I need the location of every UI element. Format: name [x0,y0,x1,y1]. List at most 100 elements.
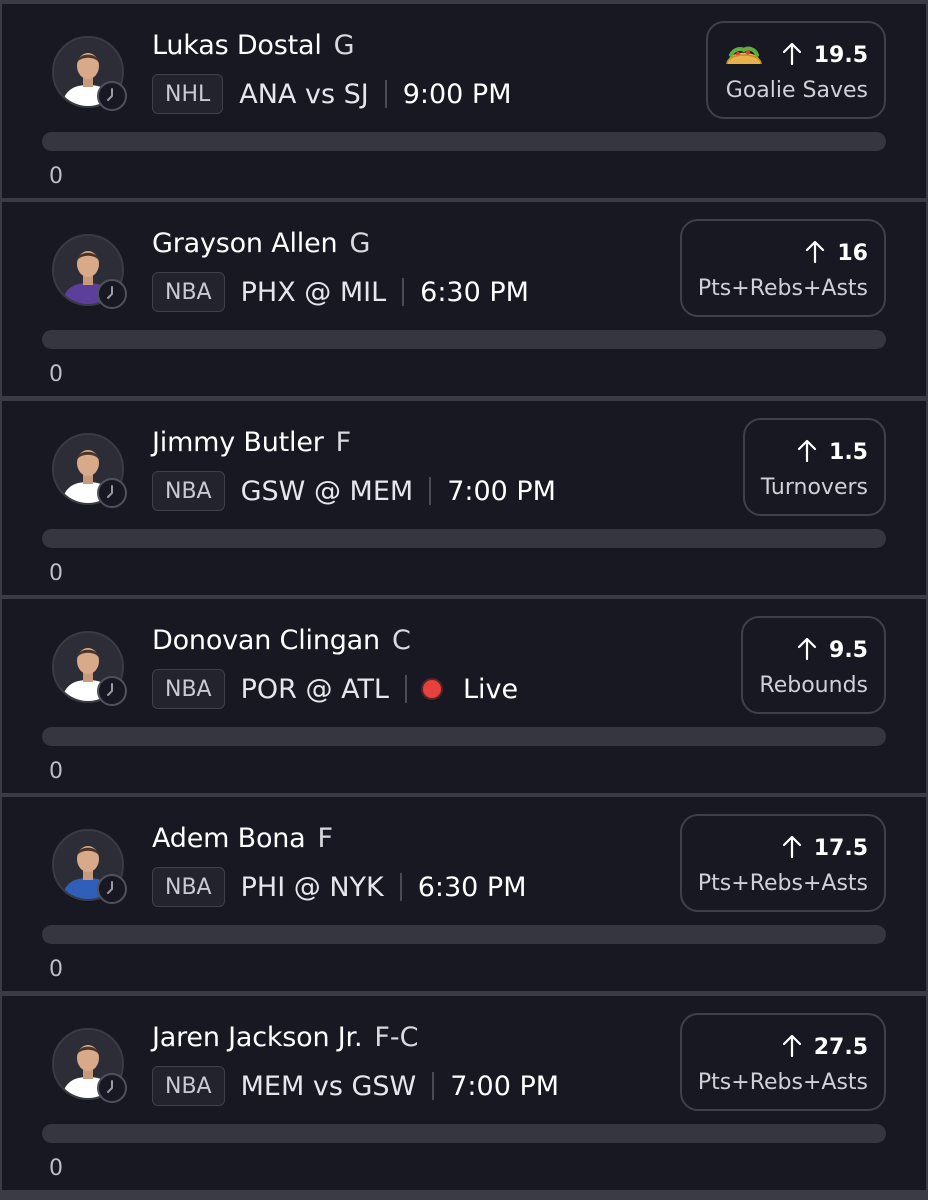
game-info: NHL ANA vs SJ 9:00 PM [152,72,512,116]
player-name: Donovan Clingan [152,625,380,656]
game-time: 7:00 PM [450,1070,560,1102]
projection-stat: Pts+Rebs+Asts [697,870,868,896]
progress-value: 0 [49,362,63,387]
player-position: F-C [374,1022,419,1053]
pick-card[interactable]: Adem Bona F NBA PHI @ NYK 6:30 PM 17.5 Pts+Reb… [2,797,926,991]
projection-button[interactable]: 1.5 Turnovers [742,418,886,516]
divider [429,477,432,505]
progress-bar [42,330,886,349]
projection-stat: Pts+Rebs+Asts [697,275,868,301]
game-info: NBA MEM vs GSW 7:00 PM [152,1064,559,1108]
player-name-row: Lukas Dostal G [152,28,355,64]
projection-line: 19.5 [724,38,868,74]
projection-value: 27.5 [813,1035,868,1060]
clock-icon [97,81,127,111]
matchup: PHX @ MIL [240,276,387,308]
taco-icon [724,41,764,71]
pick-list: Lukas Dostal G NHL ANA vs SJ 9:00 PM 19.5 Goal… [0,0,928,1200]
player-name: Adem Bona [152,823,306,854]
arrow-up-icon [805,240,825,268]
pick-card[interactable]: Grayson Allen G NBA PHX @ MIL 6:30 PM 16 Pts+R… [2,202,926,396]
player-name-row: Donovan Clingan C [152,623,411,659]
player-position: C [391,625,411,656]
progress-bar [42,132,886,151]
projection-line: 27.5 [782,1030,868,1066]
pick-card[interactable]: Jaren Jackson Jr. F-C NBA MEM vs GSW 7:00 PM… [2,996,926,1190]
player-position: F [335,427,352,458]
player-name-row: Jimmy Butler F [152,425,351,461]
game-time: 6:30 PM [417,871,527,903]
clock-icon [97,874,127,904]
progress-value: 0 [49,759,63,784]
projection-stat: Pts+Rebs+Asts [697,1069,868,1095]
projection-stat: Turnovers [760,474,868,500]
divider [384,80,387,108]
player-name-row: Jaren Jackson Jr. F-C [152,1020,419,1056]
projection-value: 1.5 [829,440,868,465]
matchup: ANA vs SJ [239,78,369,110]
arrow-up-icon [782,42,802,70]
game-time: 7:00 PM [447,475,556,507]
divider [432,1072,435,1100]
progress-bar [42,925,886,944]
projection-line: 1.5 [797,435,868,471]
game-info: NBA GSW @ MEM 7:00 PM [152,469,556,513]
arrow-up-icon [782,835,802,863]
projection-button[interactable]: 19.5 Goalie Saves [705,21,886,119]
progress-value: 0 [49,957,63,982]
projection-line: 17.5 [782,831,868,867]
clock-icon [97,279,127,309]
progress-value: 0 [49,561,63,586]
league-badge: NBA [152,1066,225,1106]
player-position: G [349,228,371,259]
pick-card[interactable]: Jimmy Butler F NBA GSW @ MEM 7:00 PM 1.5 Turno… [2,401,926,595]
matchup: MEM vs GSW [240,1070,417,1102]
divider [404,675,407,703]
league-badge: NBA [152,272,225,312]
progress-bar [42,727,886,746]
game-info: NBA POR @ ATL Live [152,667,518,711]
progress-value: 0 [49,1156,63,1181]
projection-line: 9.5 [797,633,868,669]
projection-button[interactable]: 27.5 Pts+Rebs+Asts [679,1013,886,1111]
game-info: NBA PHI @ NYK 6:30 PM [152,865,527,909]
projection-button[interactable]: 17.5 Pts+Rebs+Asts [679,814,886,912]
progress-bar [42,1124,886,1143]
player-name: Grayson Allen [152,228,338,259]
league-badge: NBA [152,669,225,709]
player-name-row: Grayson Allen G [152,226,370,262]
game-time: 6:30 PM [420,276,529,308]
matchup: POR @ ATL [240,673,389,705]
game-time: 9:00 PM [402,78,512,110]
player-position: F [317,823,334,854]
divider [402,278,405,306]
league-badge: NHL [152,74,224,114]
arrow-up-icon [782,1034,802,1062]
player-position: G [333,30,355,61]
player-name: Lukas Dostal [152,30,322,61]
clock-icon [97,478,127,508]
progress-bar [42,529,886,548]
arrow-up-icon [797,637,817,665]
projection-button[interactable]: 9.5 Rebounds [741,616,886,714]
player-name: Jaren Jackson Jr. [152,1022,363,1053]
projection-line: 16 [805,236,868,272]
projection-value: 16 [837,241,868,266]
matchup: GSW @ MEM [240,475,414,507]
game-info: NBA PHX @ MIL 6:30 PM [152,270,529,314]
projection-button[interactable]: 16 Pts+Rebs+Asts [679,219,886,317]
projection-value: 9.5 [829,638,868,663]
matchup: PHI @ NYK [240,871,384,903]
clock-icon [97,676,127,706]
projection-stat: Rebounds [759,672,868,698]
pick-card[interactable]: Lukas Dostal G NHL ANA vs SJ 9:00 PM 19.5 Goal… [2,4,926,198]
game-time: Live [462,673,519,705]
league-badge: NBA [152,867,225,907]
clock-icon [97,1073,127,1103]
progress-value: 0 [49,164,63,189]
projection-stat: Goalie Saves [725,77,868,103]
arrow-up-icon [797,439,817,467]
projection-value: 19.5 [813,43,868,68]
pick-card[interactable]: Donovan Clingan C NBA POR @ ATL Live 9.5 Rebou… [2,599,926,793]
live-indicator-icon [422,680,441,698]
